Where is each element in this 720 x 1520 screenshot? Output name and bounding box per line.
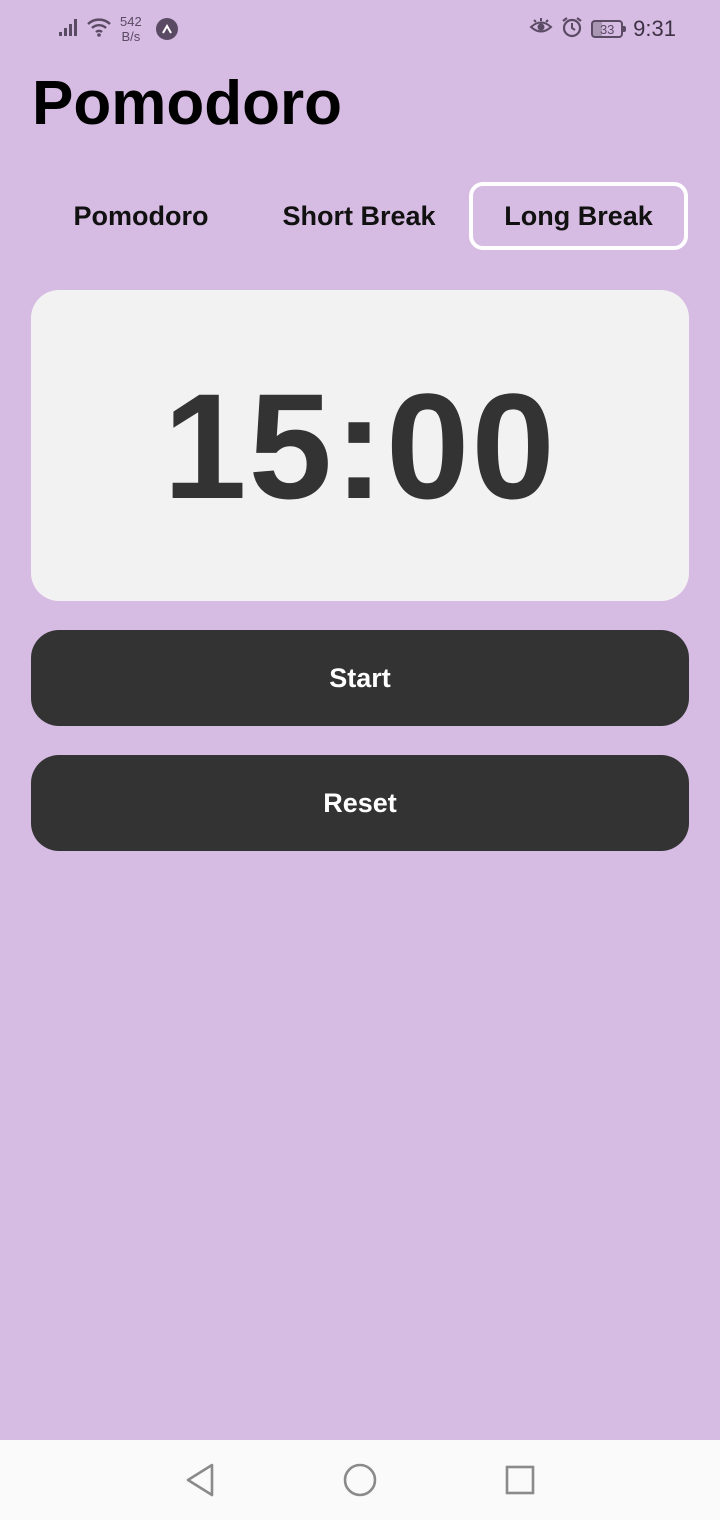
battery-icon: 33 bbox=[591, 20, 627, 38]
mode-tabs: Pomodoro Short Break Long Break bbox=[32, 182, 688, 250]
back-icon[interactable] bbox=[180, 1460, 220, 1500]
page-title: Pomodoro bbox=[32, 69, 342, 138]
tab-pomodoro[interactable]: Pomodoro bbox=[32, 182, 250, 250]
wifi-icon bbox=[86, 16, 112, 43]
reset-button[interactable]: Reset bbox=[31, 755, 689, 851]
status-time: 9:31 bbox=[633, 16, 676, 41]
network-speed-unit: B/s bbox=[121, 29, 141, 44]
signal-icon bbox=[58, 17, 80, 42]
status-bar: 542 B/s 33 9:31 bbox=[0, 0, 720, 56]
timer-display: 15:00 bbox=[163, 361, 557, 530]
alarm-icon bbox=[561, 16, 583, 43]
tab-short-break[interactable]: Short Break bbox=[250, 182, 468, 250]
network-speed-value: 542 bbox=[120, 14, 142, 29]
status-right-group: 33 9:31 bbox=[529, 12, 676, 46]
recents-icon[interactable] bbox=[500, 1460, 540, 1500]
tab-long-break[interactable]: Long Break bbox=[469, 182, 688, 250]
app-notification-icon bbox=[155, 18, 178, 40]
system-nav-bar bbox=[0, 1440, 720, 1520]
home-icon[interactable] bbox=[340, 1460, 380, 1500]
status-left-group: 542 B/s bbox=[58, 12, 178, 46]
network-speed: 542 B/s bbox=[120, 14, 142, 44]
battery-level: 33 bbox=[599, 21, 615, 37]
eye-icon bbox=[529, 17, 553, 41]
start-button[interactable]: Start bbox=[31, 630, 689, 726]
timer-card: 15:00 bbox=[31, 290, 689, 601]
